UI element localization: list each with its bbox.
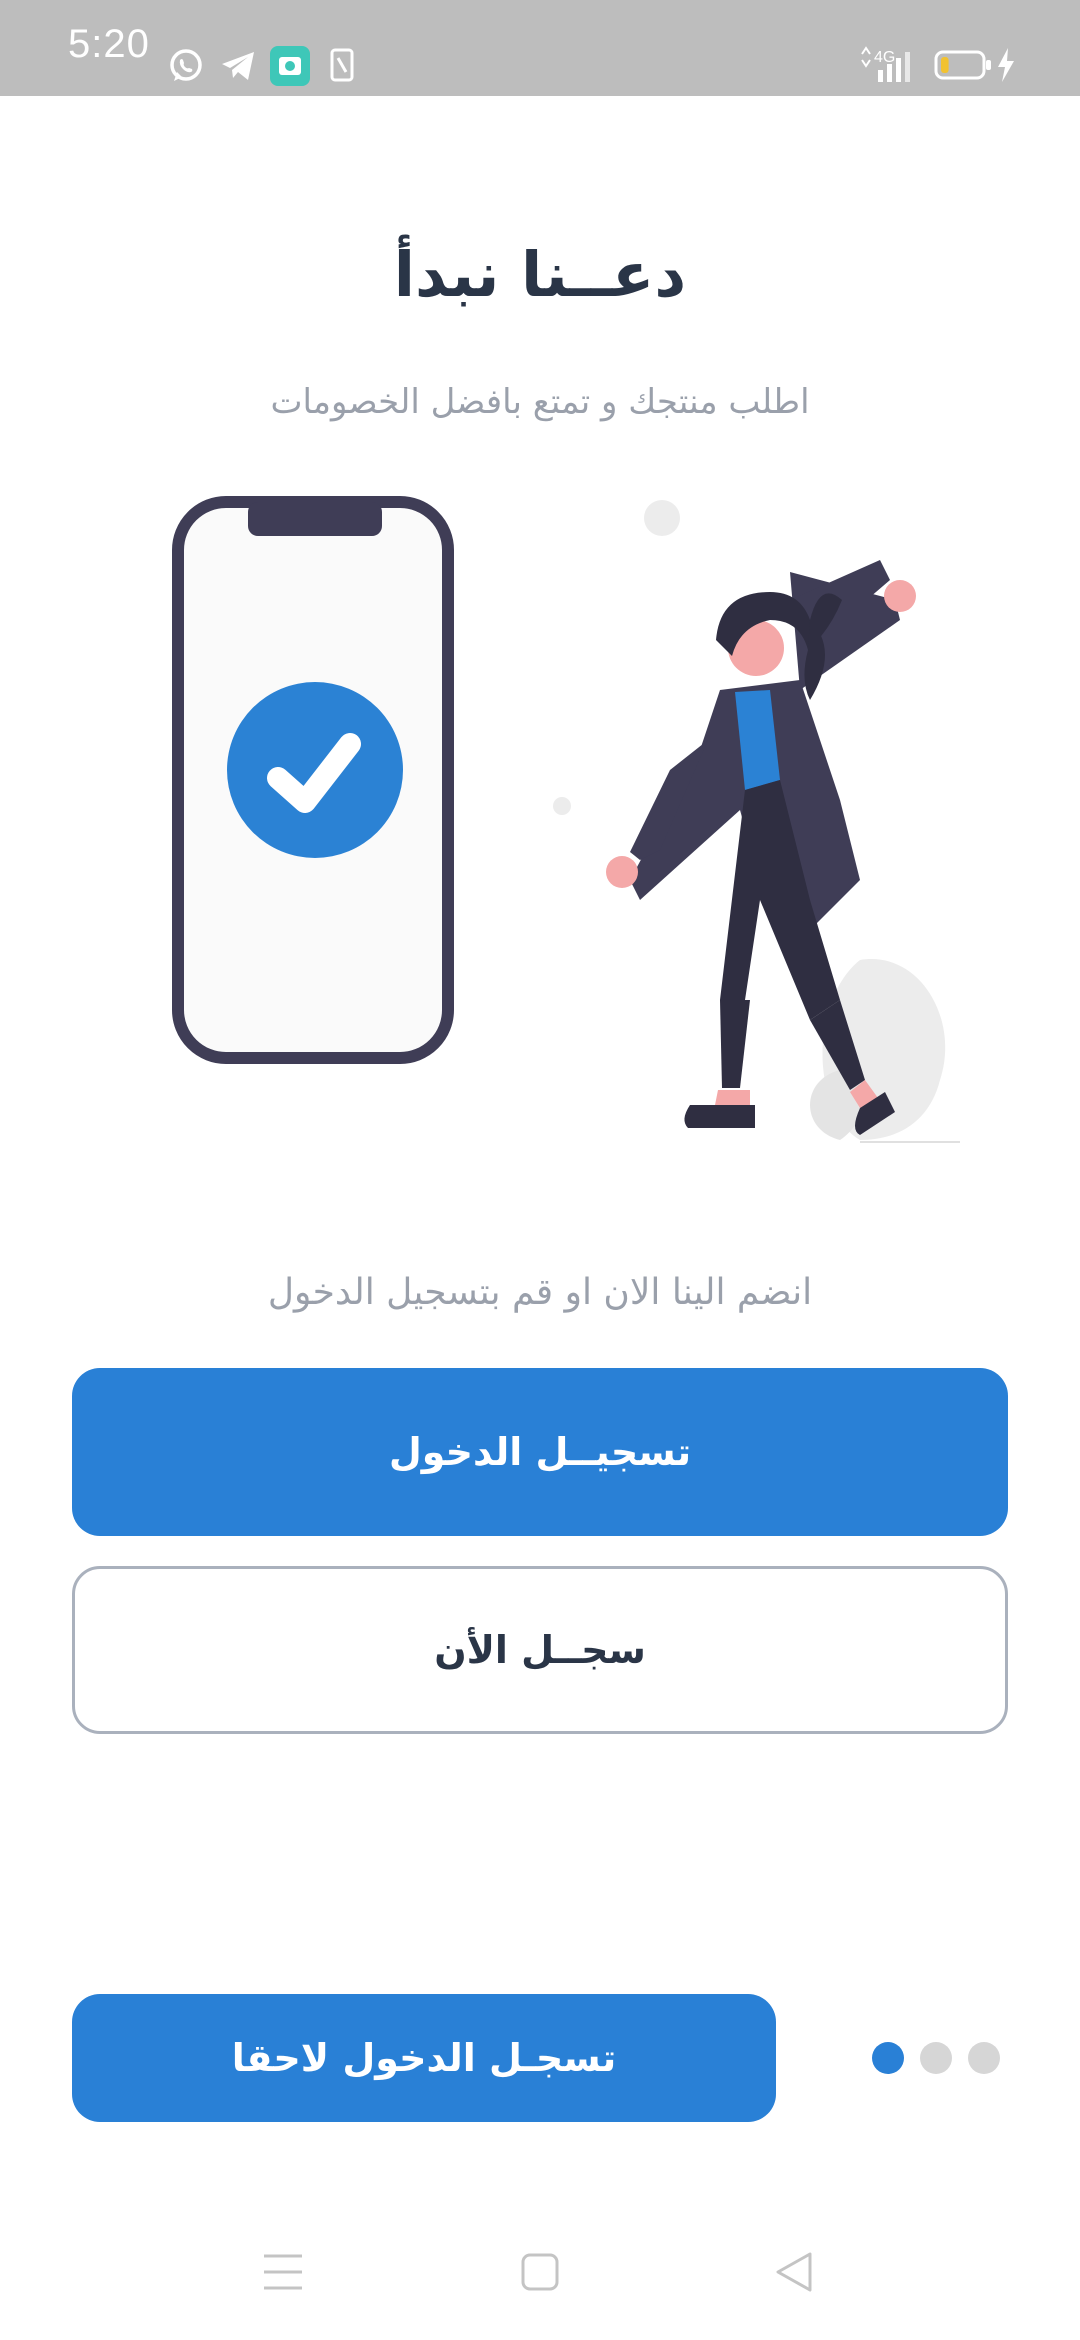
sim-icon xyxy=(330,48,354,82)
menu-icon[interactable] xyxy=(262,2252,304,2292)
login-later-button[interactable]: تسجـل الدخول لاحقا xyxy=(72,1994,776,2122)
home-square-icon[interactable] xyxy=(520,2252,560,2292)
join-prompt: انضم الينا الان او قم بتسجيل الدخول xyxy=(267,1272,813,1313)
page-dot-2[interactable] xyxy=(920,2042,952,2074)
telegram-icon xyxy=(222,52,254,80)
register-button-label: سجــل الأن xyxy=(434,1628,646,1672)
system-nav-bar xyxy=(0,2230,1080,2320)
page-title: دعــنا نبدأ xyxy=(393,238,687,311)
login-later-label: تسجـل الدخول لاحقا xyxy=(231,2036,617,2080)
battery-icon xyxy=(934,50,991,80)
status-time: 5:20 xyxy=(68,22,150,66)
whatsapp-icon xyxy=(170,49,202,81)
signal-icon: 4G xyxy=(861,46,910,82)
page-dot-1[interactable] xyxy=(872,2042,904,2074)
page-subtitle: اطلب منتجك و تمتع بافضل الخصومات xyxy=(270,382,810,422)
page-dot-3[interactable] xyxy=(968,2042,1000,2074)
screen-recorder-icon xyxy=(270,46,310,86)
back-triangle-icon[interactable] xyxy=(774,2250,814,2294)
check-circle-icon xyxy=(227,682,403,858)
register-button[interactable]: سجــل الأن xyxy=(72,1566,1008,1734)
network-type: 4G xyxy=(874,49,895,66)
login-button-label: تسجيــل الدخول xyxy=(388,1430,692,1474)
login-button[interactable]: تسجيــل الدخول xyxy=(72,1368,1008,1536)
phone-illustration xyxy=(172,496,454,1064)
status-bar: 5:20 4G xyxy=(0,0,1080,96)
onboarding-illustration xyxy=(172,496,960,1143)
charging-icon xyxy=(998,48,1014,82)
